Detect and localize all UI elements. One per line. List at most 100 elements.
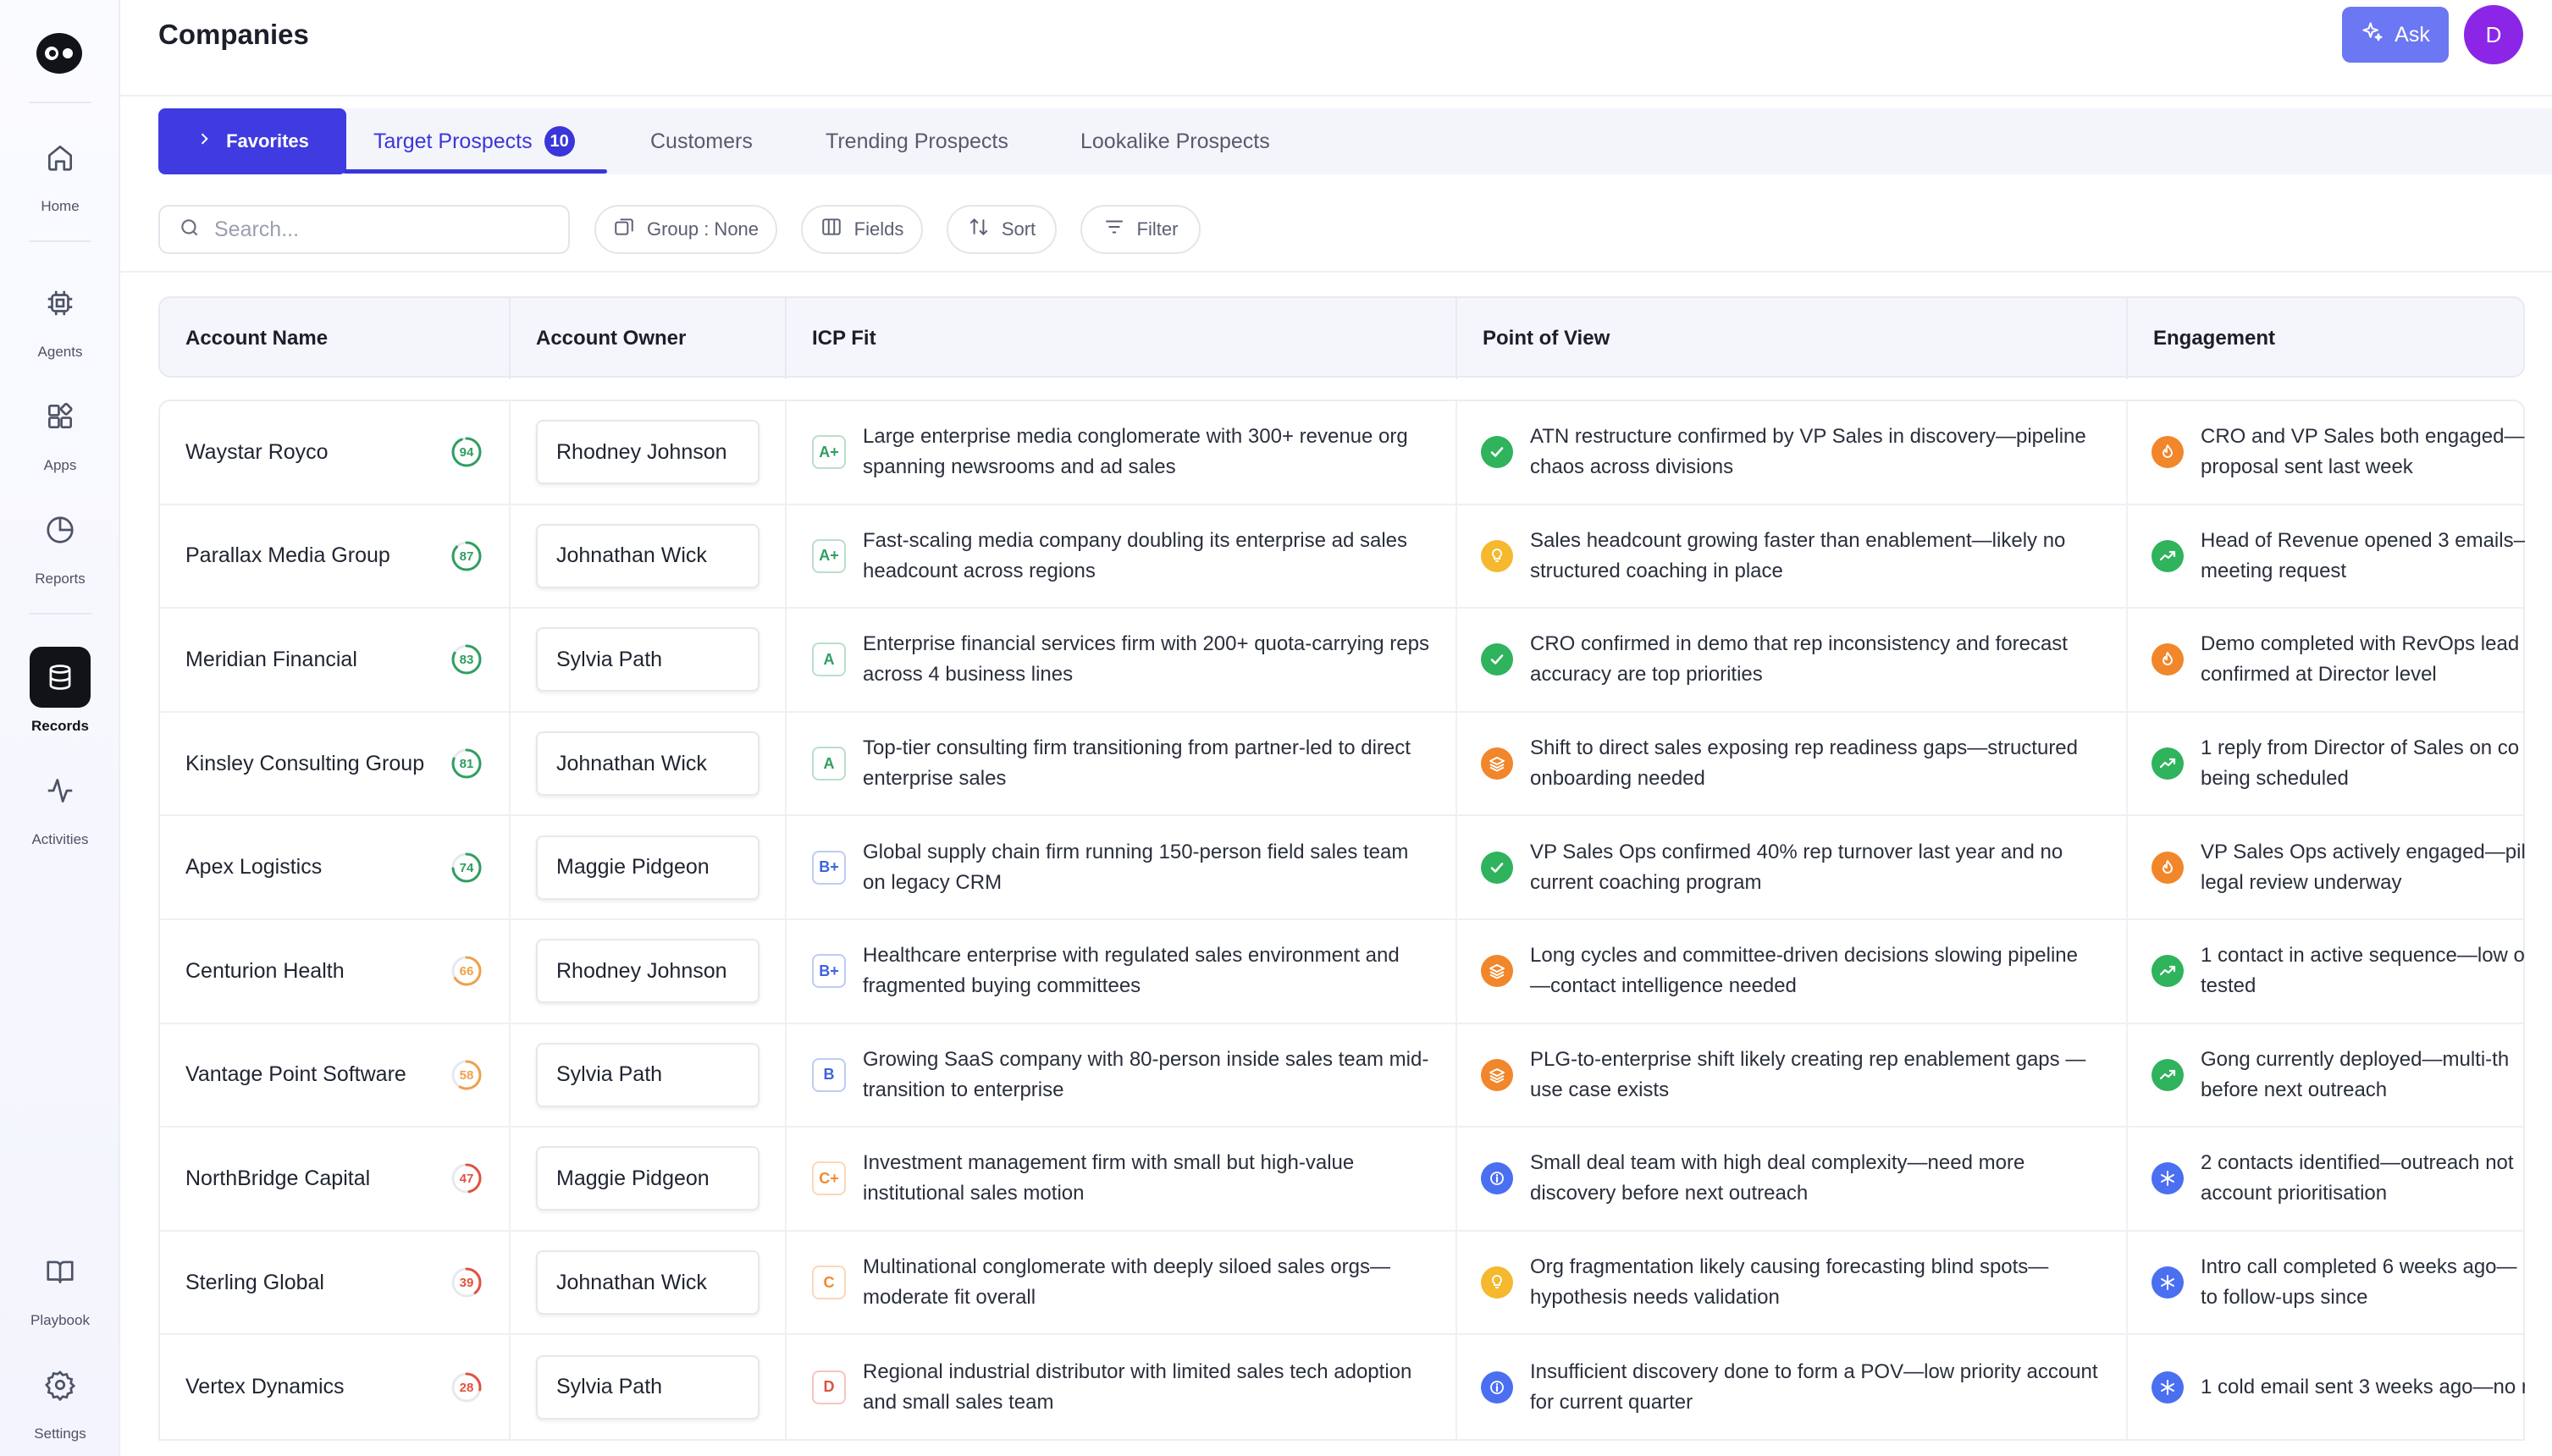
table-row[interactable]: Parallax Media Group 87 Johnathan Wick A+ Fa… (160, 505, 2525, 609)
engagement-line-1: 1 contact in active sequence—low o (2201, 944, 2525, 968)
chip-icon (30, 273, 91, 334)
column-header-engagement[interactable]: Engagement (2128, 298, 2525, 379)
engagement-text: 1 contact in active sequence—low o tested (2201, 940, 2525, 1001)
eye-logo-icon[interactable] (34, 30, 85, 76)
tab-customers[interactable]: Customers (650, 108, 753, 174)
account-name[interactable]: Apex Logistics (185, 855, 322, 880)
sidebar-item-home[interactable]: Home (0, 127, 120, 215)
info-icon (1481, 1371, 1513, 1404)
table-row[interactable]: Waystar Royco 94 Rhodney Johnson A+ Large en… (160, 401, 2524, 505)
owner-select[interactable]: Sylvia Path (536, 627, 760, 692)
owner-select[interactable]: Johnathan Wick (536, 1250, 760, 1315)
engagement-line-2: meeting request (2201, 559, 2347, 582)
owner-select[interactable]: Maggie Pidgeon (536, 1146, 760, 1211)
activity-icon (30, 760, 91, 821)
table-row[interactable]: Sterling Global 39 Johnathan Wick C Multinat… (160, 1231, 2525, 1336)
tab-lookalike-prospects[interactable]: Lookalike Prospects (1080, 108, 1270, 174)
owner-select[interactable]: Sylvia Path (536, 1042, 760, 1107)
sidebar-item-activities[interactable]: Activities (0, 760, 120, 848)
companies-table: Account Name Account Owner ICP Fit Point… (158, 296, 2525, 1456)
grade-badge: A (812, 643, 846, 677)
account-name[interactable]: Sterling Global (185, 1271, 324, 1295)
table-row[interactable]: Kinsley Consulting Group 81 Johnathan Wick… (160, 712, 2523, 817)
check-circle-icon (1481, 851, 1513, 884)
engagement-line-1: 2 contacts identified—outreach not (2201, 1151, 2514, 1175)
engagement-line-1: 1 reply from Director of Sales on co (2201, 736, 2520, 760)
filter-button[interactable]: Filter (1080, 205, 1201, 254)
account-name[interactable]: Vantage Point Software (185, 1062, 406, 1087)
column-header-icp-fit[interactable]: ICP Fit (787, 298, 1457, 379)
sort-button[interactable]: Sort (947, 205, 1057, 254)
group-button[interactable]: Group : None (594, 205, 777, 254)
engagement-line-2: account prioritisation (2201, 1182, 2388, 1205)
sidebar-item-reports[interactable]: Reports (0, 499, 120, 587)
account-name[interactable]: Parallax Media Group (185, 543, 390, 568)
owner-select[interactable]: Maggie Pidgeon (536, 835, 760, 900)
account-name-cell[interactable]: Vertex Dynamics 28 (160, 1335, 511, 1439)
account-name-cell[interactable]: Waystar Royco 94 (160, 401, 511, 504)
sidebar-item-records[interactable]: Records (0, 647, 120, 735)
group-icon (613, 216, 635, 243)
tab-trending-prospects[interactable]: Trending Prospects (826, 108, 1008, 174)
point-of-view-cell: VP Sales Ops confirmed 40% rep turnover … (1457, 816, 2128, 918)
avatar[interactable]: D (2464, 5, 2523, 64)
sidebar-item-agents[interactable]: Agents (0, 273, 120, 361)
table-row[interactable]: Vertex Dynamics 28 Sylvia Path D Regional in… (160, 1335, 2525, 1439)
fields-button[interactable]: Fields (801, 205, 923, 254)
account-name[interactable]: NorthBridge Capital (185, 1166, 370, 1191)
table-row[interactable]: NorthBridge Capital 47 Maggie Pidgeon C+ Inv… (160, 1128, 2523, 1232)
score-value: 47 (460, 1172, 474, 1186)
favorites-button[interactable]: Favorites (158, 108, 346, 174)
account-name-cell[interactable]: Vantage Point Software 58 (160, 1023, 511, 1127)
account-name-cell[interactable]: Sterling Global 39 (160, 1231, 511, 1334)
owner-select[interactable]: Rhodney Johnson (536, 420, 760, 485)
owner-select[interactable]: Johnathan Wick (536, 731, 760, 797)
icp-fit-text: Growing SaaS company with 80-person insi… (863, 1047, 1429, 1101)
engagement-cell: 1 contact in active sequence—low o tested (2128, 920, 2525, 1023)
search-box[interactable] (158, 205, 570, 254)
point-of-view-text: Long cycles and committee-driven decisio… (1530, 944, 2079, 998)
account-name-cell[interactable]: Kinsley Consulting Group 81 (160, 712, 511, 815)
account-name-cell[interactable]: NorthBridge Capital 47 (160, 1128, 511, 1230)
table-row[interactable]: Vantage Point Software 58 Sylvia Path B Grow… (160, 1023, 2525, 1128)
column-header-account-owner[interactable]: Account Owner (511, 298, 787, 379)
owner-select[interactable]: Sylvia Path (536, 1354, 760, 1420)
sidebar-item-settings[interactable]: Settings (0, 1354, 120, 1442)
table-row[interactable]: Meridian Financial 83 Sylvia Path A Enterpri… (160, 609, 2523, 713)
account-name-cell[interactable]: Meridian Financial 83 (160, 609, 511, 711)
account-name-cell[interactable]: Centurion Health 66 (160, 919, 511, 1023)
account-name-cell[interactable]: Parallax Media Group 87 (160, 505, 511, 608)
table-row[interactable]: Centurion Health 66 Rhodney Johnson B+ Healt… (160, 919, 2525, 1024)
layers-icon (1481, 1058, 1513, 1091)
search-input[interactable] (214, 217, 536, 242)
owner-select[interactable]: Rhodney Johnson (536, 939, 760, 1004)
account-name[interactable]: Vertex Dynamics (185, 1375, 345, 1399)
engagement-cell: Intro call completed 6 weeks ago— to foll… (2128, 1232, 2525, 1334)
sidebar-item-apps[interactable]: Apps (0, 386, 120, 474)
lightbulb-icon (1481, 539, 1513, 572)
icp-fit-cell: A+ Fast-scaling media company doubling it… (787, 505, 1457, 608)
account-name-cell[interactable]: Apex Logistics 74 (160, 816, 511, 918)
engagement-line-1: Intro call completed 6 weeks ago— (2201, 1255, 2517, 1279)
account-name[interactable]: Kinsley Consulting Group (185, 752, 424, 776)
sidebar: Home Agents Apps Reports Records Activit… (0, 0, 120, 1456)
account-name[interactable]: Waystar Royco (185, 440, 329, 465)
flame-icon (2152, 851, 2184, 884)
column-header-point-of-view[interactable]: Point of View (1457, 298, 2128, 379)
owner-select[interactable]: Johnathan Wick (536, 523, 760, 588)
snowflake-icon (2152, 1266, 2184, 1299)
ask-button[interactable]: Ask (2342, 7, 2449, 63)
account-name[interactable]: Meridian Financial (185, 648, 357, 672)
engagement-text: Head of Revenue opened 3 emails— meeting … (2201, 526, 2525, 587)
engagement-cell: Gong currently deployed—multi-th before n… (2128, 1024, 2525, 1127)
table-row[interactable]: Apex Logistics 74 Maggie Pidgeon B+ Global s… (160, 816, 2525, 920)
engagement-line-2: before next outreach (2201, 1078, 2388, 1101)
column-header-account-name[interactable]: Account Name (160, 298, 511, 379)
check-circle-icon (1481, 436, 1513, 469)
count-badge: 10 (544, 126, 575, 157)
tab-target-prospects[interactable]: Target Prospects 10 (373, 108, 575, 174)
point-of-view-text: CRO confirmed in demo that rep inconsist… (1530, 632, 2068, 687)
account-name[interactable]: Centurion Health (185, 959, 345, 984)
sidebar-item-playbook[interactable]: Playbook (0, 1241, 120, 1329)
point-of-view-cell: PLG-to-enterprise shift likely creating … (1457, 1023, 2128, 1127)
